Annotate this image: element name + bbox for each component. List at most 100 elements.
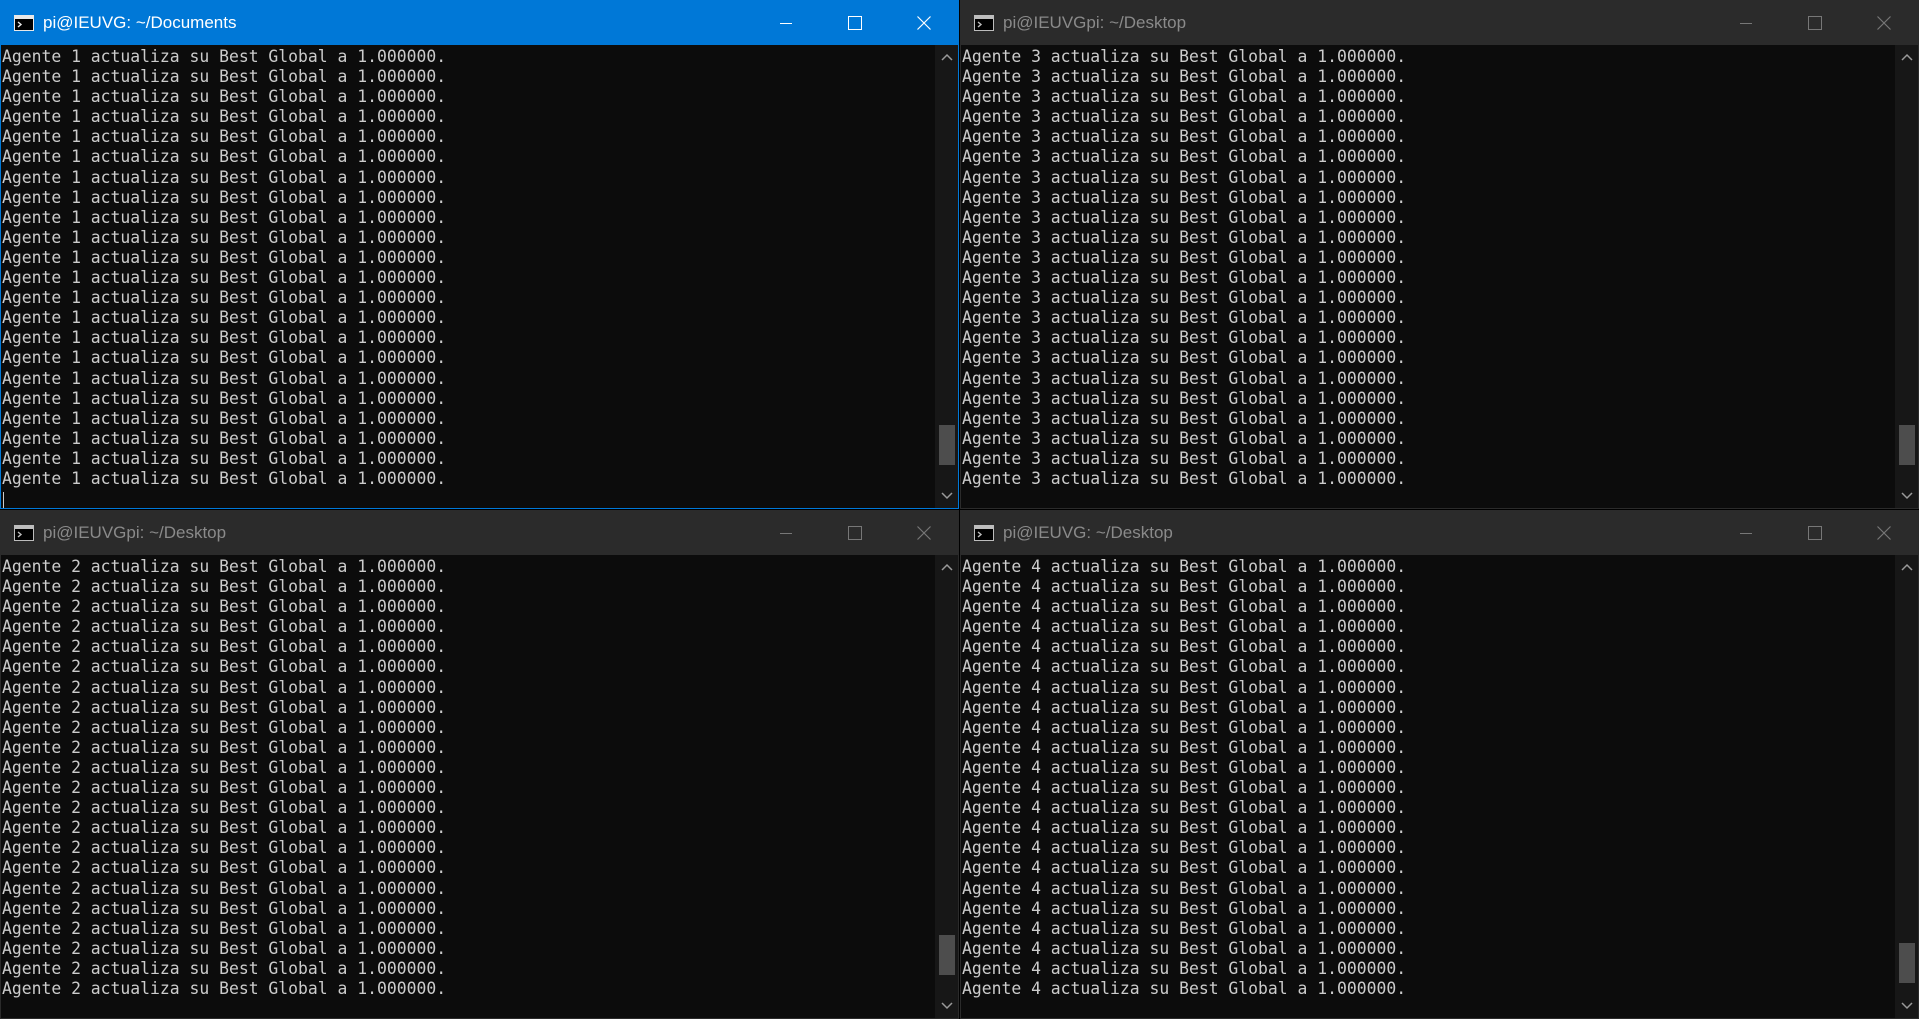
console-line: Agente 3 actualiza su Best Global a 1.00… <box>962 268 1407 288</box>
terminal-window-agent-1[interactable]: pi@IEUVG: ~/Documents Agente 1 actualiza… <box>0 0 959 509</box>
terminal-window-agent-4[interactable]: pi@IEUVG: ~/Desktop Agente 4 actualiza s… <box>960 510 1919 1019</box>
console-line: Agente 1 actualiza su Best Global a 1.00… <box>2 388 447 408</box>
minimize-button[interactable] <box>751 1 820 45</box>
console-app-icon[interactable] <box>974 15 994 31</box>
close-button[interactable] <box>1849 1 1918 45</box>
chevron-down-icon <box>1900 492 1913 500</box>
scroll-down-button[interactable] <box>935 996 958 1016</box>
console-line: Agente 3 actualiza su Best Global a 1.00… <box>962 147 1407 167</box>
scroll-thumb[interactable] <box>939 425 955 466</box>
console-line: Agente 4 actualiza su Best Global a 1.00… <box>962 818 1407 838</box>
console-line: Agente 4 actualiza su Best Global a 1.00… <box>962 778 1407 798</box>
console-line: Agente 2 actualiza su Best Global a 1.00… <box>2 757 447 777</box>
vertical-scrollbar[interactable] <box>1895 45 1918 508</box>
console-line: Agente 1 actualiza su Best Global a 1.00… <box>2 468 447 488</box>
close-icon <box>1876 526 1891 540</box>
console-line: Agente 3 actualiza su Best Global a 1.00… <box>962 408 1407 428</box>
console-line: Agente 4 actualiza su Best Global a 1.00… <box>962 858 1407 878</box>
console-line: Agente 4 actualiza su Best Global a 1.00… <box>962 958 1407 978</box>
console-app-icon[interactable] <box>974 525 994 541</box>
maximize-button[interactable] <box>1780 511 1849 555</box>
console-line: Agente 2 actualiza su Best Global a 1.00… <box>2 798 447 818</box>
console-line: Agente 3 actualiza su Best Global a 1.00… <box>962 308 1407 328</box>
console-line: Agente 1 actualiza su Best Global a 1.00… <box>2 227 447 247</box>
console-line: Agente 4 actualiza su Best Global a 1.00… <box>962 898 1407 918</box>
vertical-scrollbar[interactable] <box>1895 555 1918 1018</box>
terminal-window-agent-2[interactable]: pi@IEUVGpi: ~/Desktop Agente 2 actualiza… <box>0 510 959 1019</box>
window-title: pi@IEUVGpi: ~/Desktop <box>43 523 227 542</box>
desktop: pi@IEUVG: ~/Documents Agente 1 actualiza… <box>0 0 1919 1019</box>
scroll-up-button[interactable] <box>1895 47 1918 67</box>
titlebar[interactable]: pi@IEUVGpi: ~/Desktop <box>961 1 1918 45</box>
window-title: pi@IEUVG: ~/Documents <box>43 13 237 32</box>
console-line: Agente 1 actualiza su Best Global a 1.00… <box>2 247 447 267</box>
console-line: Agente 1 actualiza su Best Global a 1.00… <box>2 428 447 448</box>
console-line: Agente 2 actualiza su Best Global a 1.00… <box>2 677 447 697</box>
minimize-button[interactable] <box>1711 1 1780 45</box>
console-line: Agente 1 actualiza su Best Global a 1.00… <box>2 127 447 147</box>
maximize-button[interactable] <box>820 511 889 555</box>
maximize-button[interactable] <box>1780 1 1849 45</box>
console-line: Agente 1 actualiza su Best Global a 1.00… <box>2 47 447 66</box>
scroll-down-button[interactable] <box>935 486 958 506</box>
prompt-line <box>2 489 935 508</box>
console-line: Agente 4 actualiza su Best Global a 1.00… <box>962 717 1407 737</box>
console-output[interactable]: Agente 1 actualiza su Best Global a 1.00… <box>1 45 935 508</box>
console-line: Agente 3 actualiza su Best Global a 1.00… <box>962 227 1407 247</box>
minimize-button[interactable] <box>1711 511 1780 555</box>
console-line: Agente 1 actualiza su Best Global a 1.00… <box>2 448 447 468</box>
scroll-thumb[interactable] <box>1899 942 1915 983</box>
maximize-button[interactable] <box>820 1 889 45</box>
console-line: Agente 3 actualiza su Best Global a 1.00… <box>962 388 1407 408</box>
console-line: Agente 1 actualiza su Best Global a 1.00… <box>2 408 447 428</box>
console-line: Agente 2 actualiza su Best Global a 1.00… <box>2 838 447 858</box>
console-area: Agente 1 actualiza su Best Global a 1.00… <box>1 45 958 508</box>
window-title: pi@IEUVGpi: ~/Desktop <box>1003 13 1187 32</box>
titlebar[interactable]: pi@IEUVG: ~/Desktop <box>961 511 1918 555</box>
scroll-up-button[interactable] <box>935 557 958 577</box>
close-button[interactable] <box>1849 511 1918 555</box>
scroll-thumb[interactable] <box>1899 425 1915 466</box>
vertical-scrollbar[interactable] <box>935 45 958 508</box>
console-line: Agente 3 actualiza su Best Global a 1.00… <box>962 468 1407 488</box>
titlebar[interactable]: pi@IEUVGpi: ~/Desktop <box>1 511 958 555</box>
maximize-icon <box>847 16 862 30</box>
maximize-icon <box>1807 16 1822 30</box>
console-line: Agente 4 actualiza su Best Global a 1.00… <box>962 737 1407 757</box>
terminal-window-agent-3[interactable]: pi@IEUVGpi: ~/Desktop Agente 3 actualiza… <box>960 0 1919 509</box>
console-line: Agente 1 actualiza su Best Global a 1.00… <box>2 107 447 127</box>
console-line: Agente 3 actualiza su Best Global a 1.00… <box>962 47 1407 66</box>
titlebar[interactable]: pi@IEUVG: ~/Documents <box>1 1 958 45</box>
close-icon <box>916 16 931 30</box>
console-area: Agente 3 actualiza su Best Global a 1.00… <box>961 45 1918 508</box>
console-line: Agente 3 actualiza su Best Global a 1.00… <box>962 207 1407 227</box>
maximize-icon <box>1807 526 1822 540</box>
console-line: Agente 2 actualiza su Best Global a 1.00… <box>2 737 447 757</box>
console-line: Agente 1 actualiza su Best Global a 1.00… <box>2 268 447 288</box>
console-output[interactable]: Agente 3 actualiza su Best Global a 1.00… <box>961 45 1895 508</box>
console-line: Agente 1 actualiza su Best Global a 1.00… <box>2 328 447 348</box>
console-line: Agente 2 actualiza su Best Global a 1.00… <box>2 818 447 838</box>
console-line: Agente 4 actualiza su Best Global a 1.00… <box>962 657 1407 677</box>
console-line: Agente 2 actualiza su Best Global a 1.00… <box>2 878 447 898</box>
console-output[interactable]: Agente 4 actualiza su Best Global a 1.00… <box>961 555 1895 1018</box>
console-app-icon[interactable] <box>14 525 34 541</box>
console-line: Agente 2 actualiza su Best Global a 1.00… <box>2 637 447 657</box>
scroll-down-button[interactable] <box>1895 996 1918 1016</box>
scroll-thumb[interactable] <box>939 935 955 976</box>
console-output[interactable]: Agente 2 actualiza su Best Global a 1.00… <box>1 555 935 1018</box>
scroll-up-button[interactable] <box>935 47 958 67</box>
scroll-down-button[interactable] <box>1895 486 1918 506</box>
minimize-button[interactable] <box>751 511 820 555</box>
console-app-icon[interactable] <box>14 15 34 31</box>
close-button[interactable] <box>889 1 958 45</box>
console-line: Agente 4 actualiza su Best Global a 1.00… <box>962 577 1407 597</box>
vertical-scrollbar[interactable] <box>935 555 958 1018</box>
console-area: Agente 2 actualiza su Best Global a 1.00… <box>1 555 958 1018</box>
console-line: Agente 3 actualiza su Best Global a 1.00… <box>962 247 1407 267</box>
console-line: Agente 4 actualiza su Best Global a 1.00… <box>962 798 1407 818</box>
console-line: Agente 4 actualiza su Best Global a 1.00… <box>962 597 1407 617</box>
console-line: Agente 2 actualiza su Best Global a 1.00… <box>2 697 447 717</box>
close-button[interactable] <box>889 511 958 555</box>
scroll-up-button[interactable] <box>1895 557 1918 577</box>
